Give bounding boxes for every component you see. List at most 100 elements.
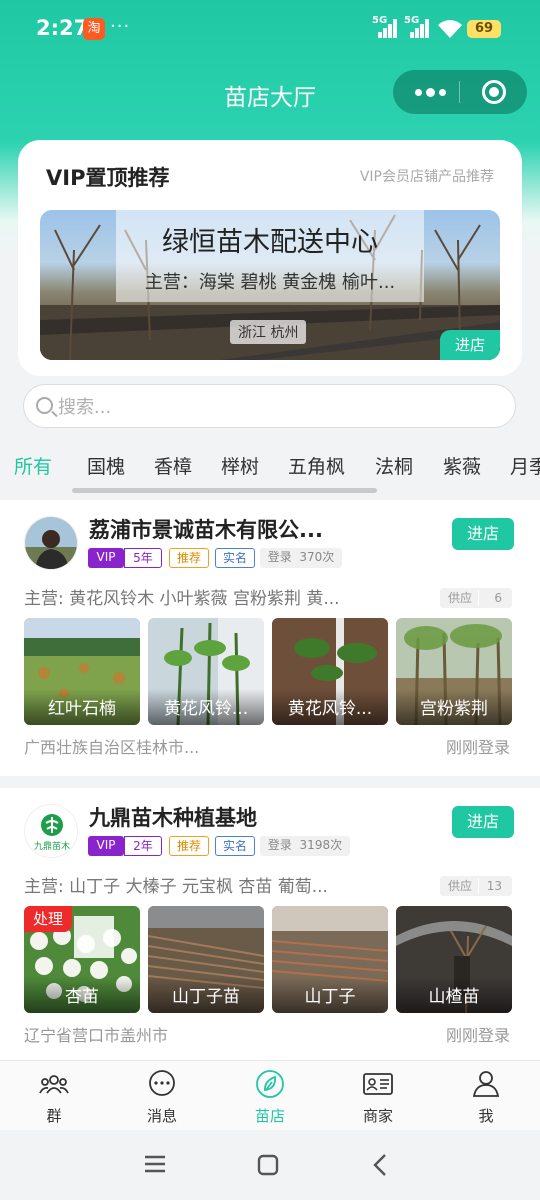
close-miniprogram-icon[interactable] [482, 80, 506, 104]
taobao-app-icon: 淘 [83, 18, 105, 40]
battery-icon: 69 [467, 20, 501, 38]
product-thumbnail[interactable]: 山楂苗 [396, 906, 512, 1013]
dot-icon [426, 88, 435, 97]
tab-label: 群 [46, 1107, 62, 1125]
login-count-badge: 登录 3198次 [260, 836, 350, 856]
shop-name: 荔浦市景诚苗木有限公... [89, 518, 323, 542]
vip-section-subtitle: VIP会员店铺产品推荐 [359, 169, 494, 185]
search-icon [36, 397, 53, 414]
product-thumbnail[interactable]: 红叶石楠 [24, 618, 140, 725]
category-tab[interactable]: 榉树 [221, 452, 259, 479]
banner-enter-button[interactable]: 进店 [440, 330, 500, 360]
product-name: 山丁子 [272, 977, 388, 1013]
supply-count-badge: 供应 6 [440, 588, 512, 608]
vip-years-badge: 5年 [124, 548, 162, 568]
product-name: 黄花风铃... [272, 689, 388, 725]
category-scroll-indicator [72, 488, 377, 493]
product-thumbnail[interactable]: 处理 杏苗 [24, 906, 140, 1013]
signal-5g-icon: 5G [404, 15, 430, 38]
bottom-tab-bar: 群 消息 苗店 商家 我 [0, 1060, 540, 1130]
tab-label: 商家 [362, 1107, 393, 1125]
tab-label: 苗店 [254, 1107, 285, 1125]
vip-badge: VIP [88, 836, 124, 856]
supply-count-badge: 供应 13 [440, 876, 512, 896]
tab-group[interactable]: 群 [0, 1061, 108, 1131]
vip-shop-banner[interactable]: 绿恒苗木配送中心 主营：海棠 碧桃 黄金槐 榆叶... 浙江 杭州 进店 [40, 210, 500, 360]
more-menu-button[interactable] [411, 78, 461, 106]
product-thumbnail[interactable]: 山丁子 [272, 906, 388, 1013]
svg-text:九鼎苗木: 九鼎苗木 [34, 840, 70, 852]
shop-avatar [24, 516, 78, 570]
category-tab[interactable]: 香樟 [154, 452, 192, 479]
more-notifications-icon: ··· [110, 16, 131, 37]
product-name: 红叶石楠 [24, 689, 140, 725]
enter-shop-button[interactable]: 进店 [452, 806, 514, 838]
capsule-divider [459, 81, 460, 103]
category-tab[interactable]: 国槐 [87, 452, 125, 479]
tab-messages[interactable]: 消息 [108, 1061, 216, 1131]
banner-shop-name: 绿恒苗木配送中心 [162, 227, 378, 258]
tab-me[interactable]: 我 [432, 1061, 540, 1131]
merchant-card-icon [363, 1073, 393, 1095]
dot-icon [415, 89, 422, 96]
product-name: 黄花风铃... [148, 689, 264, 725]
shop-main-business: 主营: 山丁子 大榛子 元宝枫 杏苗 葡萄... [24, 877, 328, 897]
tab-label: 我 [478, 1107, 494, 1125]
tab-shops[interactable]: 苗店 [216, 1061, 324, 1131]
status-time: 2:27 [36, 16, 89, 40]
product-thumbnail[interactable]: 宫粉紫荆 [396, 618, 512, 725]
recommend-badge: 推荐 [169, 836, 209, 856]
product-thumbnail[interactable]: 黄花风铃... [148, 618, 264, 725]
shop-main-business: 主营: 黄花风铃木 小叶紫薇 宫粉紫荆 黄... [24, 589, 340, 609]
last-login: 刚刚登录 [445, 738, 510, 757]
category-tab-all[interactable]: 所有 [14, 452, 52, 479]
clearance-tag: 处理 [24, 906, 72, 932]
category-tabs: 所有 国槐 香樟 榉树 五角枫 法桐 紫薇 月季 [0, 446, 540, 486]
search-box[interactable] [23, 384, 516, 428]
shop-location: 辽宁省营口市盖州市 [24, 1026, 169, 1045]
leaf-icon [256, 1070, 284, 1098]
back-icon[interactable] [372, 1153, 388, 1177]
shop-card[interactable]: 荔浦市景诚苗木有限公... VIP 5年 推荐 实名 登录 370次 进店 主营… [0, 500, 540, 776]
banner-main-business: 主营：海棠 碧桃 黄金槐 榆叶... [144, 272, 396, 293]
recent-apps-icon[interactable] [144, 1154, 166, 1174]
category-tab[interactable]: 五角枫 [288, 452, 345, 479]
category-tab[interactable]: 月季 [510, 452, 540, 479]
shop-avatar: 九鼎苗木 [24, 804, 78, 858]
tab-merchants[interactable]: 商家 [324, 1061, 432, 1131]
last-login: 刚刚登录 [445, 1026, 510, 1045]
product-name: 宫粉紫荆 [396, 689, 512, 725]
miniprogram-capsule [393, 70, 527, 114]
vip-badge: VIP [88, 548, 124, 568]
recommend-badge: 推荐 [169, 548, 209, 568]
category-tab[interactable]: 法桐 [375, 452, 413, 479]
shop-card[interactable]: 九鼎苗木 九鼎苗木种植基地 VIP 2年 推荐 实名 登录 3198次 进店 主… [0, 788, 540, 1064]
wifi-icon [438, 20, 462, 38]
search-input[interactable] [58, 393, 498, 421]
tab-label: 消息 [146, 1107, 177, 1125]
group-icon [39, 1075, 69, 1094]
shop-name: 九鼎苗木种植基地 [89, 806, 257, 830]
status-bar: 2:27 淘 ··· 5G 5G 69 [0, 0, 540, 60]
vip-recommend-card: VIP置顶推荐 VIP会员店铺产品推荐 绿恒苗木配送中心 主营：海棠 碧桃 黄金… [18, 140, 522, 376]
product-name: 杏苗 [24, 977, 140, 1013]
dot-icon [439, 89, 446, 96]
enter-shop-button[interactable]: 进店 [452, 518, 514, 550]
product-thumbnail[interactable]: 山丁子苗 [148, 906, 264, 1013]
shop-location: 广西壮族自治区桂林市... [24, 738, 200, 757]
banner-location: 浙江 杭州 [230, 320, 307, 344]
product-name: 山楂苗 [396, 977, 512, 1013]
category-tab[interactable]: 紫薇 [443, 452, 481, 479]
vip-section-title: VIP置顶推荐 [46, 166, 170, 190]
verified-badge: 实名 [215, 548, 255, 568]
system-navigation-bar [0, 1130, 540, 1200]
product-name: 山丁子苗 [148, 977, 264, 1013]
person-icon [472, 1071, 500, 1097]
login-count-badge: 登录 370次 [260, 548, 342, 568]
message-icon [149, 1070, 175, 1096]
vip-years-badge: 2年 [124, 836, 162, 856]
home-icon[interactable] [257, 1154, 279, 1176]
verified-badge: 实名 [215, 836, 255, 856]
product-thumbnail[interactable]: 黄花风铃... [272, 618, 388, 725]
signal-5g-icon: 5G [372, 15, 398, 38]
